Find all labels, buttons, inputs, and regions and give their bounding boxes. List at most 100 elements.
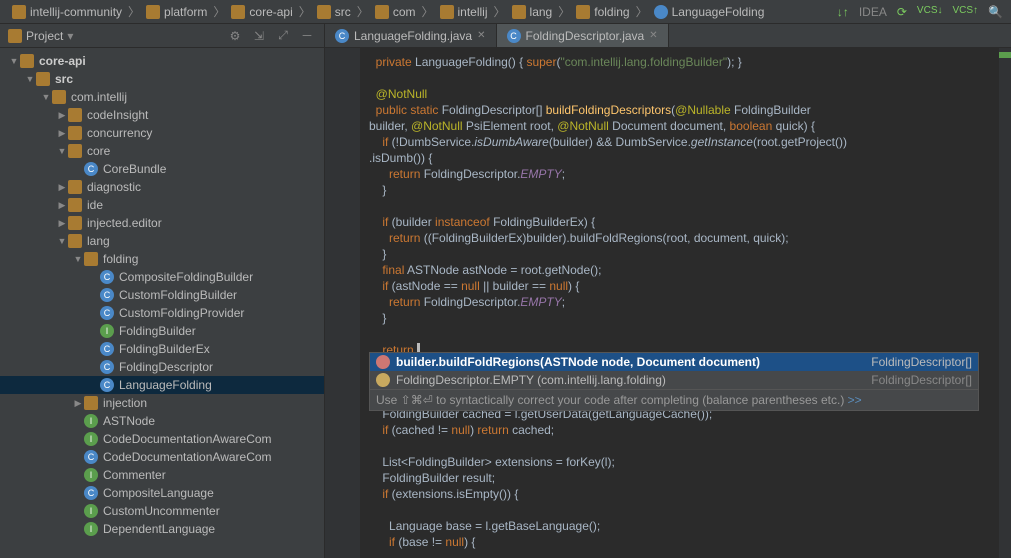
pkg-icon [84, 252, 98, 266]
tree-node[interactable]: ▶injection [0, 394, 324, 412]
tree-label: CustomFoldingProvider [119, 306, 244, 320]
tree-node[interactable]: ▼ core-api [0, 52, 324, 70]
settings-icon[interactable]: ⚙ [226, 27, 244, 45]
tree-node[interactable]: CCompositeFoldingBuilder [0, 268, 324, 286]
breadcrumbs: intellij-community〉platform〉core-api〉src… [8, 3, 837, 21]
tree-label: diagnostic [87, 180, 141, 194]
tip-link[interactable]: >> [848, 393, 862, 407]
cls-icon: C [100, 306, 114, 320]
collapse-icon[interactable]: ⇲ [250, 27, 268, 45]
iface-icon: I [84, 522, 98, 536]
cls-icon: C [100, 360, 114, 374]
breadcrumb-item[interactable]: lang [508, 3, 557, 21]
tree-node[interactable]: IDependentLanguage [0, 520, 324, 538]
tree-node[interactable]: ▶concurrency [0, 124, 324, 142]
vcs-pull-icon[interactable]: VCS↓ [917, 5, 943, 19]
cls-icon: C [100, 270, 114, 284]
tree-arrow[interactable]: ▶ [56, 110, 68, 121]
tree-node[interactable]: ▼folding [0, 250, 324, 268]
tree-node[interactable]: C CustomFoldingProvider [0, 304, 324, 322]
completion-item[interactable]: FoldingDescriptor.EMPTY (com.intellij.la… [370, 371, 978, 389]
cls-icon: C [100, 288, 114, 302]
code-editor[interactable]: private LanguageFolding() { super("com.i… [325, 48, 1011, 558]
pkg-icon [68, 234, 82, 248]
iface-icon: I [100, 324, 114, 338]
breadcrumb-item[interactable]: folding [572, 3, 633, 21]
error-stripe[interactable] [999, 48, 1011, 558]
hide-icon[interactable]: － [298, 27, 316, 45]
tree-label: ide [87, 198, 103, 212]
breadcrumb-item[interactable]: com [371, 3, 420, 21]
tree-node[interactable]: IFoldingBuilder [0, 322, 324, 340]
tree-arrow[interactable]: ▼ [72, 254, 84, 264]
tree-node[interactable]: ▶injected.editor [0, 214, 324, 232]
tree-arrow[interactable]: ▼ [24, 74, 36, 84]
close-icon[interactable]: ✕ [649, 30, 657, 41]
tree-node[interactable]: CFoldingDescriptor [0, 358, 324, 376]
tree-node[interactable]: CCustomFoldingBuilder [0, 286, 324, 304]
pkg-icon [68, 180, 82, 194]
panel-header: Project ▾ ⚙ ⇲ ⤢ － [0, 24, 324, 48]
tree-node[interactable]: ICustomUncommenter [0, 502, 324, 520]
tree-label: core-api [39, 54, 86, 68]
expand-icon[interactable]: ⤢ [274, 27, 292, 45]
tree-arrow[interactable]: ▶ [72, 398, 84, 409]
pkg-icon [512, 5, 526, 19]
completion-tip: Use ⇧⌘⏎ to syntactically correct your co… [370, 389, 978, 410]
tree-label: FoldingBuilderEx [119, 342, 210, 356]
breadcrumb-item[interactable]: core-api [227, 3, 296, 21]
gutter [325, 48, 361, 558]
project-tree[interactable]: ▼core-api▼src▼com.intellij▶codeInsight▶c… [0, 48, 324, 558]
pkg-icon [68, 126, 82, 140]
project-panel: Project ▾ ⚙ ⇲ ⤢ － ▼core-api▼src▼com.inte… [0, 24, 325, 558]
editor-tabs: CLanguageFolding.java✕CFoldingDescriptor… [325, 24, 1011, 48]
tree-arrow[interactable]: ▼ [40, 92, 52, 102]
breadcrumb-item[interactable]: intellij-community [8, 3, 126, 21]
tree-arrow[interactable]: ▼ [56, 236, 68, 246]
breadcrumb-item[interactable]: platform [142, 3, 211, 21]
editor-area: CLanguageFolding.java✕CFoldingDescriptor… [325, 24, 1011, 558]
vcs-push-icon[interactable]: VCS↑ [952, 5, 978, 19]
tree-arrow[interactable]: ▶ [56, 218, 68, 229]
tree-node[interactable]: ▼ lang [0, 232, 324, 250]
cls-icon: C [84, 450, 98, 464]
breadcrumb-item[interactable]: LanguageFolding [650, 3, 769, 21]
close-icon[interactable]: ✕ [477, 30, 485, 41]
pkg-icon [36, 72, 50, 86]
editor-tab[interactable]: CFoldingDescriptor.java✕ [497, 24, 669, 47]
tree-node[interactable]: IASTNode [0, 412, 324, 430]
tree-arrow[interactable]: ▼ [8, 56, 20, 66]
tree-arrow[interactable]: ▶ [56, 128, 68, 139]
search-icon[interactable]: 🔍 [988, 5, 1003, 19]
tree-node[interactable]: CFoldingBuilderEx [0, 340, 324, 358]
tree-node[interactable]: ▶ codeInsight [0, 106, 324, 124]
tree-arrow[interactable]: ▶ [56, 200, 68, 211]
tree-node[interactable]: ICodeDocumentationAwareCom [0, 430, 324, 448]
code-lines[interactable]: private LanguageFolding() { super("com.i… [325, 48, 1011, 556]
tree-label: codeInsight [87, 108, 148, 122]
build-icon[interactable]: ↓↑ [837, 5, 849, 19]
tree-arrow[interactable]: ▶ [56, 182, 68, 193]
panel-title[interactable]: Project ▾ [8, 29, 73, 43]
tree-node[interactable]: CCodeDocumentationAwareCom [0, 448, 324, 466]
run-config[interactable]: IDEA [859, 5, 887, 19]
editor-tab[interactable]: CLanguageFolding.java✕ [325, 24, 497, 47]
tree-arrow[interactable]: ▼ [56, 146, 68, 156]
tree-node[interactable]: CCompositeLanguage [0, 484, 324, 502]
breadcrumb-item[interactable]: src [313, 3, 355, 21]
folder-icon [12, 5, 26, 19]
breadcrumb-item[interactable]: intellij [436, 3, 492, 21]
tree-node[interactable]: ▼core [0, 142, 324, 160]
sync-icon[interactable]: ⟳ [897, 5, 907, 19]
tree-node[interactable]: CCoreBundle [0, 160, 324, 178]
completion-item[interactable]: builder.buildFoldRegions(ASTNode node, D… [370, 353, 978, 371]
tree-node[interactable]: ▶ diagnostic [0, 178, 324, 196]
cls-icon [654, 5, 668, 19]
tree-node[interactable]: CLanguageFolding [0, 376, 324, 394]
tree-node[interactable]: ▼src [0, 70, 324, 88]
completion-popup[interactable]: builder.buildFoldRegions(ASTNode node, D… [369, 352, 979, 411]
tree-label: lang [87, 234, 110, 248]
tree-node[interactable]: ICommenter [0, 466, 324, 484]
tree-node[interactable]: ▶ ide [0, 196, 324, 214]
tree-node[interactable]: ▼com.intellij [0, 88, 324, 106]
